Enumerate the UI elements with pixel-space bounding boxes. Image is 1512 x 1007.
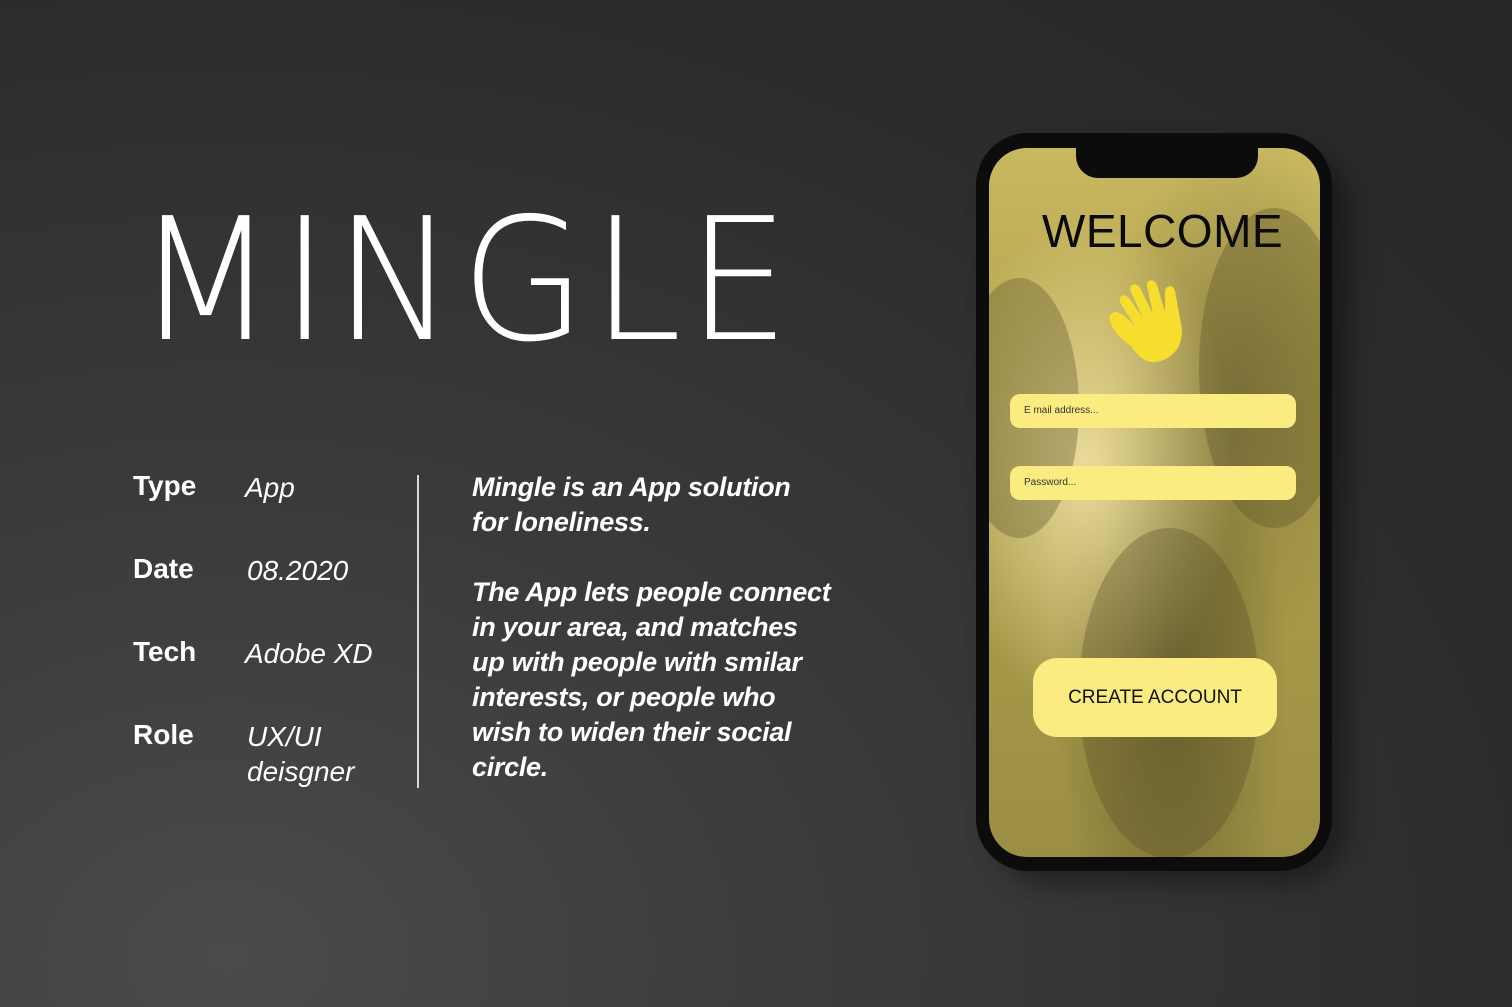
email-field[interactable] [1010,394,1296,428]
meta-key-date: Date [133,553,194,584]
create-account-button[interactable]: CREATE ACCOUNT [1033,658,1277,737]
phone-notch [1076,148,1258,178]
meta-value-role: UX/UI deisgner [247,721,355,787]
meta-value-tech: Adobe XD [245,638,373,669]
password-field[interactable] [1010,466,1296,500]
meta-value-date: 08.2020 [247,555,349,586]
app-title: MINGLE [136,182,796,380]
meta-key-tech: Tech [133,636,197,667]
waving-hand-icon [1109,280,1182,363]
description-body: The App lets people connect in your area… [472,577,831,782]
vertical-divider [417,475,419,788]
meta-value-type: App [245,472,295,503]
meta-key-role: Role [133,719,194,750]
phone-mockup: WELCOME CREATE ACCOUNT [976,133,1332,871]
welcome-heading: WELCOME [1041,205,1284,257]
meta-key-type: Type [133,470,197,501]
project-description: Mingle is an App solution for loneliness… [472,470,832,785]
description-intro: Mingle is an App solution for loneliness… [472,472,791,537]
phone-screen: WELCOME CREATE ACCOUNT [989,148,1320,857]
